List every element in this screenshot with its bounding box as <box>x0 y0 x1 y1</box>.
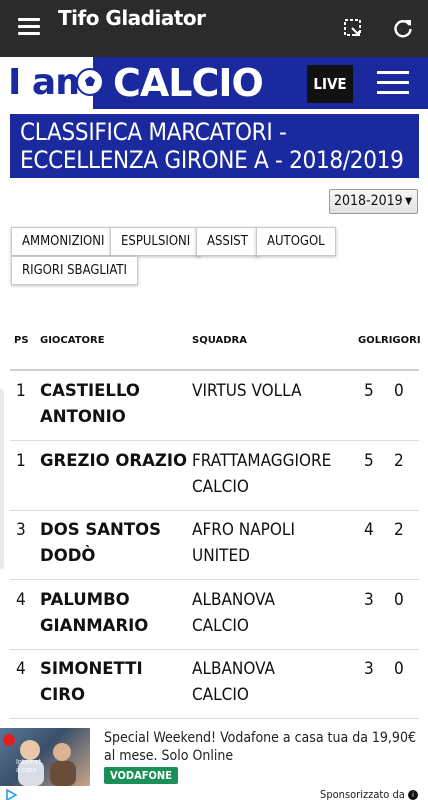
row-divider <box>10 649 419 650</box>
row-3-team-line1[interactable]: AFRO NAPOLI <box>192 517 295 543</box>
row-3-player-line2[interactable]: DODÒ <box>40 543 95 569</box>
row-5-goals: 3 <box>364 659 374 679</box>
row-divider <box>10 510 419 511</box>
ad-photo-icon <box>3 734 76 786</box>
row-4-player-line2[interactable]: GIANMARIO <box>40 613 148 639</box>
row-4-team-line1[interactable]: ALBANOVA <box>192 587 275 613</box>
row-4-penalties: 0 <box>394 590 404 610</box>
header-goals: GOL <box>358 335 382 346</box>
row-3-ps: 3 <box>16 520 26 540</box>
season-select-value: 2018-2019 <box>334 193 403 209</box>
ad-image[interactable]: Internet a casa <box>0 728 90 786</box>
row-3-player-line1[interactable]: DOS SANTOS <box>40 517 161 543</box>
row-2-team-line1[interactable]: FRATTAMAGGIORE <box>192 448 331 474</box>
site-menu-icon[interactable] <box>377 71 409 95</box>
header-player: GIOCATORE <box>40 335 105 346</box>
scroll-edge <box>0 389 4 569</box>
page-title: CLASSIFICA MARCATORI - ECCELLENZA GIRONE… <box>10 114 419 178</box>
season-select[interactable]: 2018-2019 ▼ <box>329 189 418 214</box>
row-2-team-line2[interactable]: CALCIO <box>192 474 249 500</box>
ad-advertiser-badge[interactable]: VODAFONE <box>104 767 178 784</box>
row-divider <box>10 579 419 580</box>
row-1-player-line2[interactable]: ANTONIO <box>40 404 126 430</box>
row-4-player-line1[interactable]: PALUMBO <box>40 587 130 613</box>
row-1-penalties: 0 <box>394 381 404 401</box>
row-5-ps: 4 <box>16 659 26 679</box>
row-4-goals: 3 <box>364 590 374 610</box>
row-5-penalties: 0 <box>394 659 404 679</box>
tab-espulsioni[interactable]: ESPULSIONI <box>110 227 202 256</box>
sponsored-label: Sponsorizzato da i <box>320 788 418 800</box>
row-1-ps: 1 <box>16 381 26 401</box>
ad-image-caption: Internet a casa <box>16 758 41 774</box>
ad-banner[interactable]: Internet a casa Special Weekend! Vodafon… <box>0 722 428 800</box>
adchoices-icon[interactable] <box>5 789 17 800</box>
row-2-player-line1[interactable]: GREZIO ORAZIO <box>40 448 187 474</box>
row-3-goals: 4 <box>364 520 374 540</box>
row-4-team-line2[interactable]: CALCIO <box>192 613 249 639</box>
row-5-player-line1[interactable]: SIMONETTI <box>40 656 143 682</box>
app-title: Tifo Gladiator <box>58 6 206 30</box>
app-bar: Tifo Gladiator <box>0 0 428 57</box>
row-1-goals: 5 <box>364 381 374 401</box>
row-3-penalties: 2 <box>394 520 404 540</box>
tab-ammonizioni[interactable]: AMMONIZIONI <box>11 227 116 256</box>
row-5-team-line2[interactable]: CALCIO <box>192 682 249 708</box>
table-header-divider <box>10 369 419 371</box>
dropdown-arrow-icon: ▼ <box>405 196 412 207</box>
hamburger-menu-icon[interactable] <box>18 18 40 36</box>
header-penalties: RIGORI <box>381 335 421 346</box>
row-2-penalties: 2 <box>394 451 404 471</box>
screenshot-icon[interactable] <box>342 17 364 39</box>
row-2-ps: 1 <box>16 451 26 471</box>
tab-assist[interactable]: ASSIST <box>196 227 259 256</box>
tab-rigori-sbagliati[interactable]: RIGORI SBAGLIATI <box>11 256 138 285</box>
sponsored-text: Sponsorizzato da <box>320 788 405 800</box>
ad-text[interactable]: Special Weekend! Vodafone a casa tua da … <box>104 729 422 765</box>
row-2-goals: 5 <box>364 451 374 471</box>
row-5-team-line1[interactable]: ALBANOVA <box>192 656 275 682</box>
header-team: SQUADRA <box>192 335 247 346</box>
soccer-ball-icon <box>76 68 104 96</box>
live-button[interactable]: LIVE <box>307 65 353 103</box>
refresh-icon[interactable] <box>392 17 414 39</box>
row-divider <box>10 718 419 719</box>
row-5-player-line2[interactable]: CIRO <box>40 682 85 708</box>
logo-name[interactable]: CALCIO <box>113 61 264 105</box>
header-ps: PS <box>14 335 29 346</box>
info-icon[interactable]: i <box>408 790 418 800</box>
tab-autogol[interactable]: AUTOGOL <box>256 227 336 256</box>
row-4-ps: 4 <box>16 590 26 610</box>
site-header: I am CALCIO LIVE <box>0 57 428 109</box>
row-1-player-line1[interactable]: CASTIELLO <box>40 378 140 404</box>
row-divider <box>10 440 419 441</box>
row-1-team-line1[interactable]: VIRTUS VOLLA <box>192 378 302 404</box>
row-3-team-line2[interactable]: UNITED <box>192 543 250 569</box>
